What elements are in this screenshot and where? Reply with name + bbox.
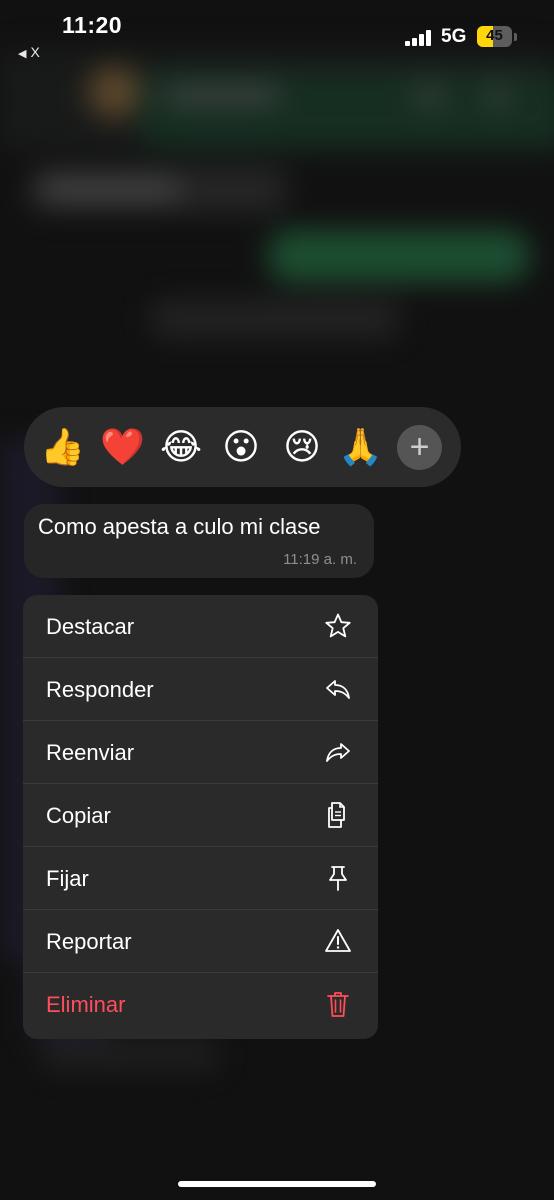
star-icon xyxy=(325,613,351,638)
reaction-tears-of-joy[interactable]: 😂 xyxy=(159,425,203,469)
home-indicator[interactable] xyxy=(178,1181,376,1187)
reaction-crying[interactable]: 😢 xyxy=(280,425,324,469)
menu-item-label: Eliminar xyxy=(46,992,126,1017)
message-bubble: Como apesta a culo mi clase 11:19 a. m. xyxy=(24,504,374,578)
forward-icon xyxy=(326,743,350,762)
menu-item-label: Reportar xyxy=(46,929,132,954)
menu-item-label: Fijar xyxy=(46,866,89,891)
menu-item-fijar[interactable]: Fijar xyxy=(23,847,378,910)
battery-icon: 45 xyxy=(477,26,512,47)
cellular-signal-icon xyxy=(405,30,433,46)
battery-percent: 45 xyxy=(486,27,503,44)
menu-item-label: Responder xyxy=(46,677,154,702)
reaction-folded-hands[interactable]: 🙏 xyxy=(338,425,383,469)
menu-item-label: Destacar xyxy=(46,614,135,639)
plus-icon: + xyxy=(409,428,430,466)
back-to-app-link[interactable]: ◀ X xyxy=(18,44,40,60)
menu-item-label: Copiar xyxy=(46,803,111,828)
menu-item-reportar[interactable]: Reportar xyxy=(23,910,378,973)
reaction-surprised[interactable]: 😮 xyxy=(219,425,263,469)
back-arrow-icon: ◀ xyxy=(18,48,27,60)
reaction-heart[interactable]: ❤️ xyxy=(100,425,145,469)
menu-item-destacar[interactable]: Destacar xyxy=(23,595,378,658)
message-timestamp: 11:19 a. m. xyxy=(283,551,357,568)
copy-icon xyxy=(328,802,345,828)
message-context-menu: Destacar Responder Reenviar Copiar Fijar xyxy=(23,595,378,1039)
add-reaction-button[interactable]: + xyxy=(397,425,442,470)
menu-item-copiar[interactable]: Copiar xyxy=(23,784,378,847)
status-time: 11:20 xyxy=(62,12,123,38)
warning-icon xyxy=(325,929,351,952)
reply-icon xyxy=(326,680,350,699)
network-type: 5G xyxy=(441,26,467,47)
pin-icon xyxy=(329,866,347,891)
menu-item-responder[interactable]: Responder xyxy=(23,658,378,721)
reaction-bar: 👍 ❤️ 😂 😮 😢 🙏 + xyxy=(24,407,461,487)
menu-item-reenviar[interactable]: Reenviar xyxy=(23,721,378,784)
message-text: Como apesta a culo mi clase xyxy=(38,514,321,539)
menu-item-label: Reenviar xyxy=(46,740,135,765)
back-app-label: X xyxy=(30,44,40,60)
battery-cap xyxy=(514,33,517,41)
menu-item-eliminar[interactable]: Eliminar xyxy=(23,973,378,1036)
trash-icon xyxy=(327,992,349,1017)
reaction-thumbs-up[interactable]: 👍 xyxy=(40,425,85,469)
